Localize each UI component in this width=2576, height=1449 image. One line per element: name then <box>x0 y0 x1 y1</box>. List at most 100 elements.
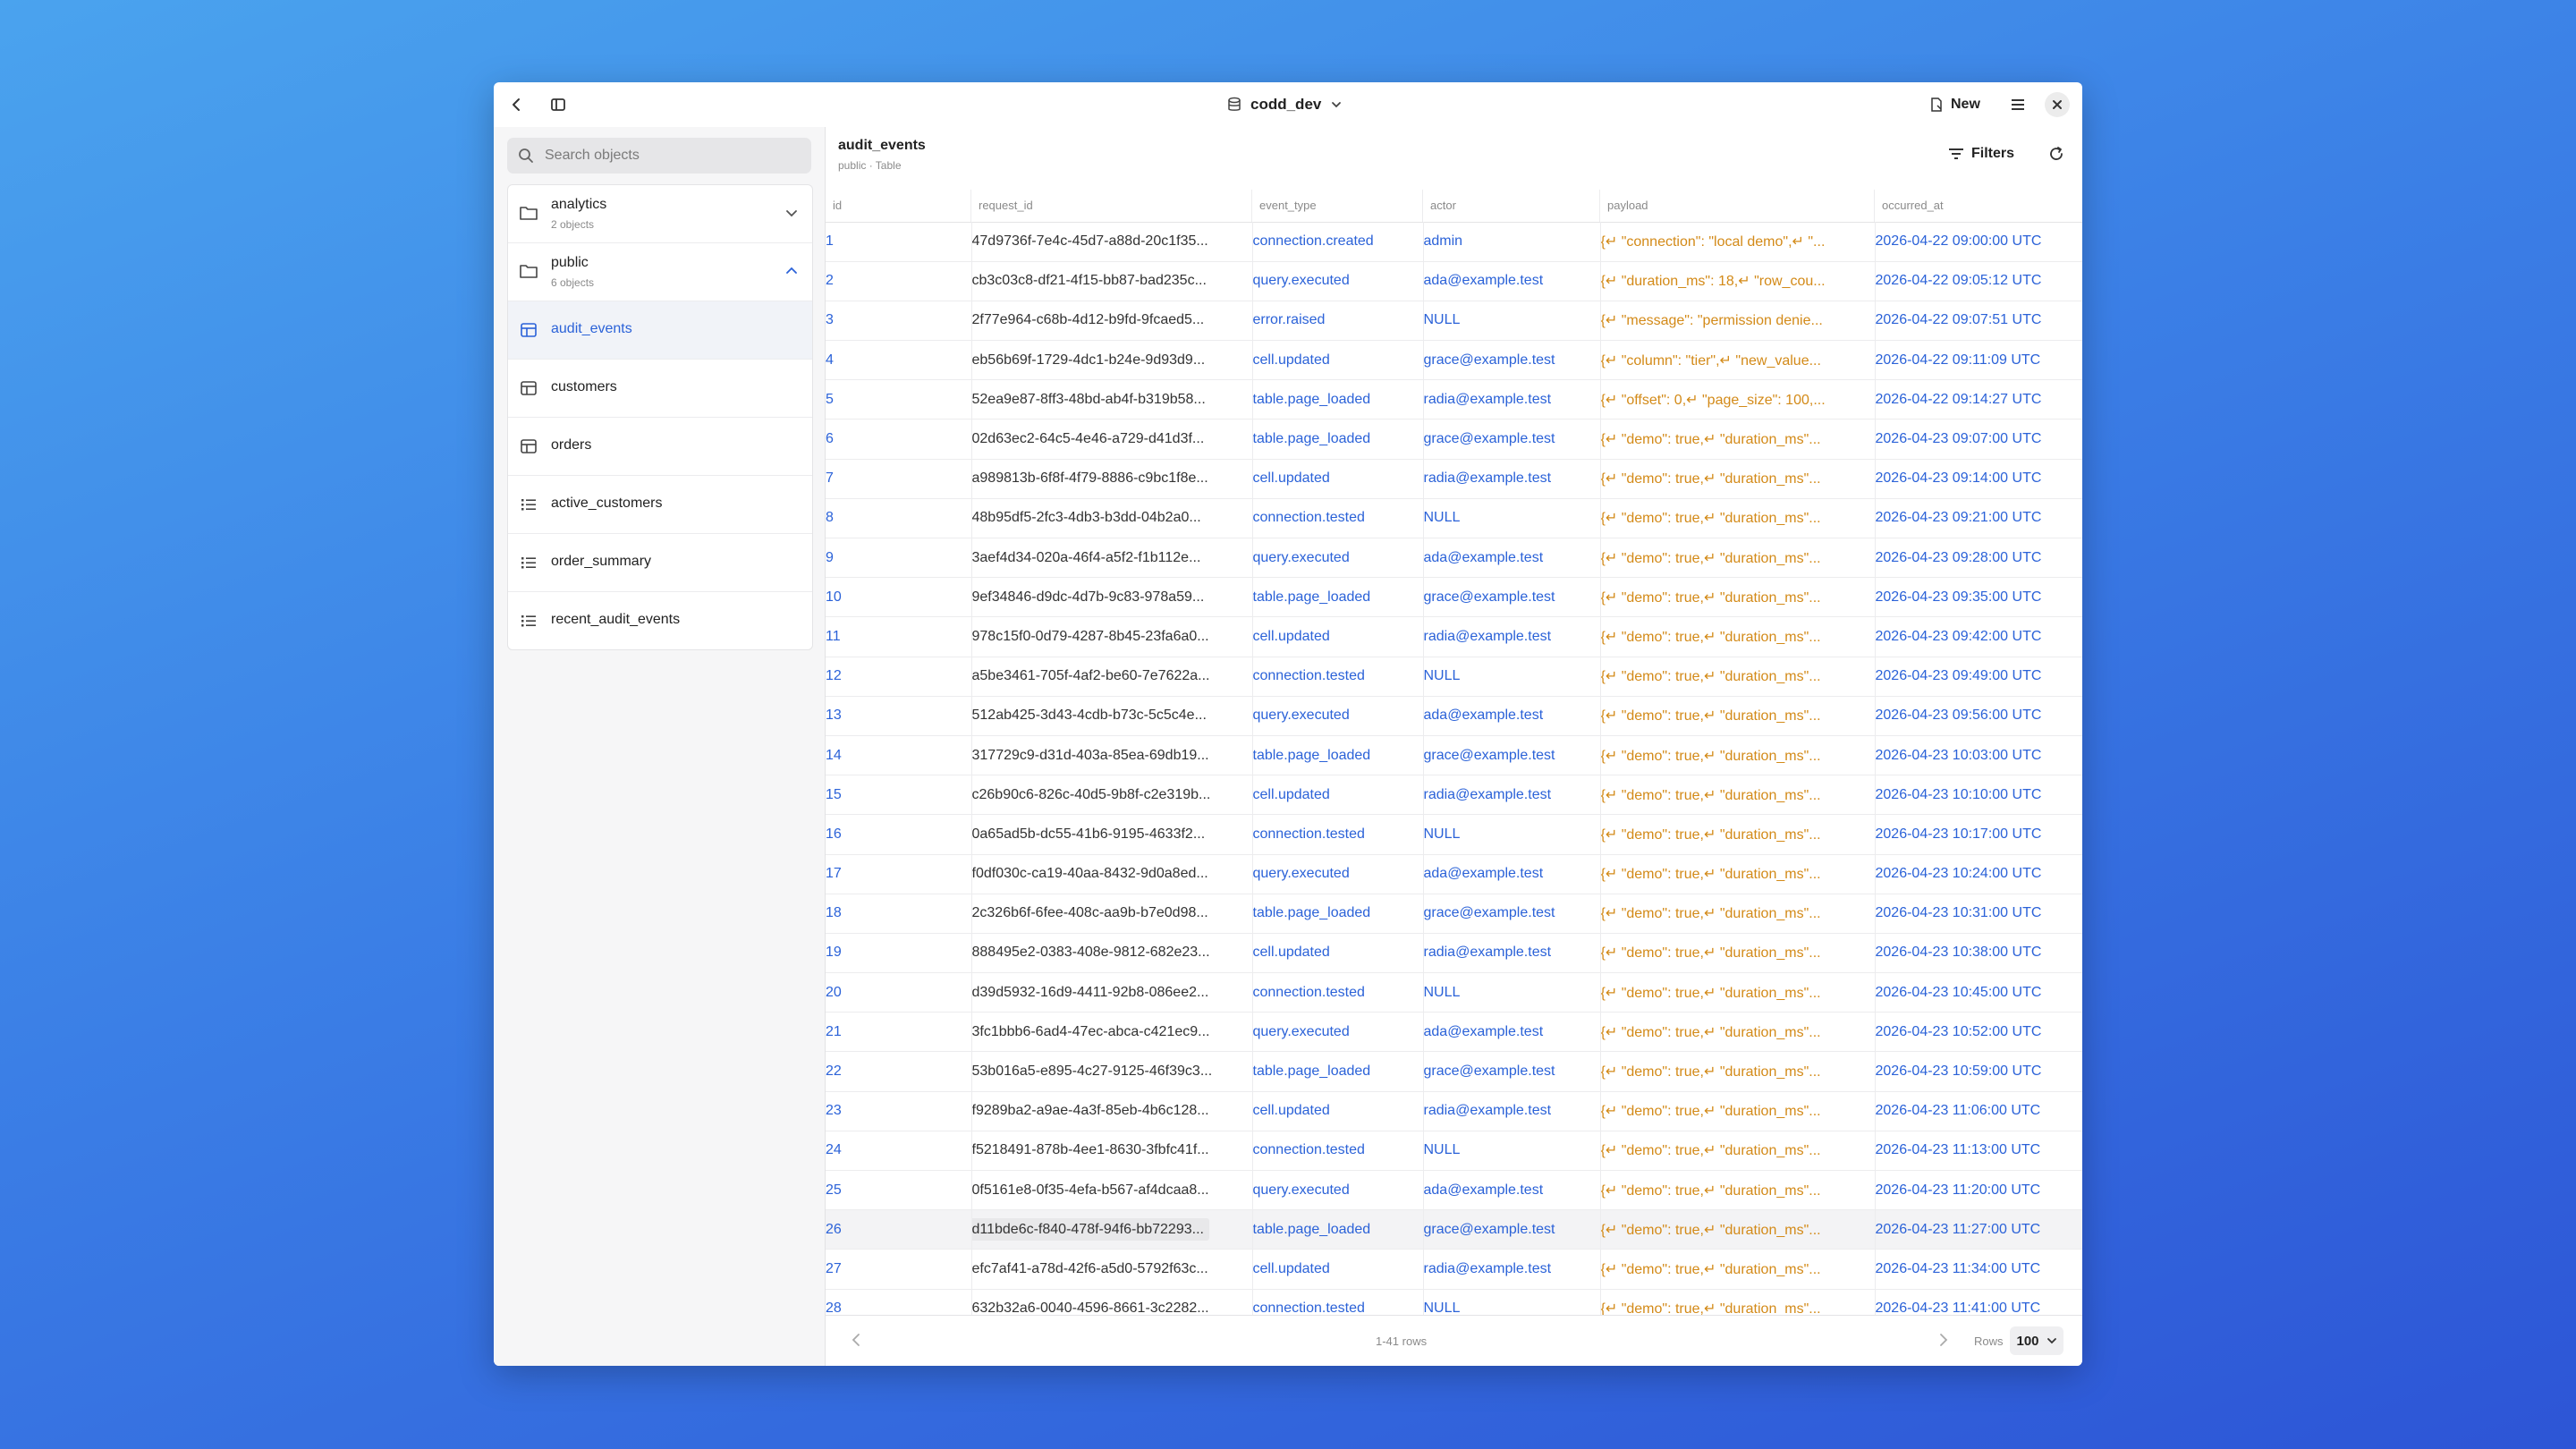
cell-occurred-at[interactable]: 2026-04-23 11:06:00 UTC <box>1875 1091 2082 1131</box>
cell-request-id[interactable]: a5be3461-705f-4af2-be60-7e7622a... <box>971 657 1253 697</box>
cell-payload[interactable]: {↵ "demo": true,↵ "duration_ms"... <box>1600 498 1876 539</box>
cell-payload[interactable]: {↵ "demo": true,↵ "duration_ms"... <box>1600 1170 1876 1211</box>
cell-request-id[interactable]: 0f5161e8-0f35-4efa-b567-af4dcaa8... <box>971 1170 1253 1211</box>
table-row[interactable]: 4 eb56b69f-1729-4dc1-b24e-9d93d9... cell.u… <box>826 340 2082 381</box>
column-header-occurred-at[interactable]: occurred_at <box>1875 190 2082 222</box>
close-button[interactable] <box>2045 92 2070 117</box>
cell-payload[interactable]: {↵ "demo": true,↵ "duration_ms"... <box>1600 616 1876 657</box>
table-row[interactable]: 9 3aef4d34-020a-46f4-a5f2-f1b112e... query… <box>826 538 2082 579</box>
cell-event-type[interactable]: query.executed <box>1252 1012 1424 1053</box>
cell-request-id[interactable]: 978c15f0-0d79-4287-8b45-23fa6a0... <box>971 616 1253 657</box>
cell-event-type[interactable]: cell.updated <box>1252 340 1424 381</box>
table-row[interactable]: 26 d11bde6c-f840-478f-94f6-bb72293... tabl… <box>826 1209 2082 1250</box>
cell-id[interactable]: 13 <box>826 696 972 736</box>
cell-event-type[interactable]: table.page_loaded <box>1252 577 1424 618</box>
table-row[interactable]: 10 9ef34846-d9dc-4d7b-9c83-978a59... table… <box>826 577 2082 618</box>
cell-actor[interactable]: ada@example.test <box>1423 538 1601 579</box>
column-header-id[interactable]: id <box>826 190 971 222</box>
cell-actor[interactable]: grace@example.test <box>1423 419 1601 460</box>
cell-event-type[interactable]: table.page_loaded <box>1252 1209 1424 1250</box>
cell-occurred-at[interactable]: 2026-04-22 09:11:09 UTC <box>1875 340 2082 381</box>
cell-event-type[interactable]: cell.updated <box>1252 459 1424 499</box>
cell-event-type[interactable]: cell.updated <box>1252 616 1424 657</box>
cell-request-id[interactable]: c26b90c6-826c-40d5-9b8f-c2e319b... <box>971 775 1253 816</box>
cell-request-id[interactable]: 52ea9e87-8ff3-48bd-ab4f-b319b58... <box>971 379 1253 420</box>
cell-occurred-at[interactable]: 2026-04-23 10:10:00 UTC <box>1875 775 2082 816</box>
cell-id[interactable]: 10 <box>826 577 972 618</box>
cell-event-type[interactable]: query.executed <box>1252 696 1424 736</box>
cell-id[interactable]: 15 <box>826 775 972 816</box>
cell-occurred-at[interactable]: 2026-04-23 11:13:00 UTC <box>1875 1131 2082 1172</box>
cell-occurred-at[interactable]: 2026-04-23 10:59:00 UTC <box>1875 1051 2082 1092</box>
cell-id[interactable]: 8 <box>826 498 972 539</box>
table-row[interactable]: 19 888495e2-0383-408e-9812-682e23... cell.… <box>826 933 2082 974</box>
cell-occurred-at[interactable]: 2026-04-23 10:17:00 UTC <box>1875 814 2082 855</box>
cell-request-id[interactable]: 888495e2-0383-408e-9812-682e23... <box>971 933 1253 974</box>
table-row[interactable]: 27 efc7af41-a78d-42f6-a5d0-5792f63c... cel… <box>826 1249 2082 1290</box>
cell-actor[interactable]: grace@example.test <box>1423 735 1601 776</box>
cell-occurred-at[interactable]: 2026-04-23 09:42:00 UTC <box>1875 616 2082 657</box>
previous-page-button[interactable] <box>849 1332 865 1352</box>
column-header-event-type[interactable]: event_type <box>1252 190 1423 222</box>
cell-id[interactable]: 19 <box>826 933 972 974</box>
cell-payload[interactable]: {↵ "column": "tier",↵ "new_value... <box>1600 340 1876 381</box>
schema-public[interactable]: public 6 objects <box>508 243 812 301</box>
table-row[interactable]: 3 2f77e964-c68b-4d12-b9fd-9fcaed5... error… <box>826 301 2082 342</box>
cell-payload[interactable]: {↵ "demo": true,↵ "duration_ms"... <box>1600 577 1876 618</box>
cell-event-type[interactable]: query.executed <box>1252 854 1424 894</box>
cell-payload[interactable]: {↵ "demo": true,↵ "duration_ms"... <box>1600 459 1876 499</box>
cell-occurred-at[interactable]: 2026-04-23 11:27:00 UTC <box>1875 1209 2082 1250</box>
cell-request-id[interactable]: efc7af41-a78d-42f6-a5d0-5792f63c... <box>971 1249 1253 1290</box>
cell-actor[interactable]: radia@example.test <box>1423 775 1601 816</box>
cell-request-id[interactable]: 0a65ad5b-dc55-41b6-9195-4633f2... <box>971 814 1253 855</box>
cell-actor[interactable]: radia@example.test <box>1423 379 1601 420</box>
cell-actor[interactable]: grace@example.test <box>1423 1051 1601 1092</box>
cell-request-id[interactable]: 53b016a5-e895-4c27-9125-46f39c3... <box>971 1051 1253 1092</box>
cell-occurred-at[interactable]: 2026-04-23 09:56:00 UTC <box>1875 696 2082 736</box>
cell-payload[interactable]: {↵ "offset": 0,↵ "page_size": 100,... <box>1600 379 1876 420</box>
table-row[interactable]: 12 a5be3461-705f-4af2-be60-7e7622a... conn… <box>826 657 2082 697</box>
cell-payload[interactable]: {↵ "demo": true,↵ "duration_ms"... <box>1600 894 1876 934</box>
column-header-request-id[interactable]: request_id <box>971 190 1252 222</box>
cell-event-type[interactable]: error.raised <box>1252 301 1424 342</box>
cell-payload[interactable]: {↵ "demo": true,↵ "duration_ms"... <box>1600 1012 1876 1053</box>
cell-id[interactable]: 26 <box>826 1209 972 1250</box>
table-row[interactable]: 13 512ab425-3d43-4cdb-b73c-5c5c4e... query… <box>826 696 2082 736</box>
cell-occurred-at[interactable]: 2026-04-22 09:00:00 UTC <box>1875 222 2082 262</box>
cell-occurred-at[interactable]: 2026-04-23 10:38:00 UTC <box>1875 933 2082 974</box>
cell-occurred-at[interactable]: 2026-04-23 11:34:00 UTC <box>1875 1249 2082 1290</box>
cell-id[interactable]: 16 <box>826 814 972 855</box>
cell-actor[interactable]: ada@example.test <box>1423 261 1601 301</box>
table-row[interactable]: 22 53b016a5-e895-4c27-9125-46f39c3... tabl… <box>826 1051 2082 1092</box>
table-row[interactable]: 14 317729c9-d31d-403a-85ea-69db19... table… <box>826 735 2082 776</box>
cell-event-type[interactable]: connection.tested <box>1252 657 1424 697</box>
cell-id[interactable]: 1 <box>826 222 972 262</box>
cell-payload[interactable]: {↵ "demo": true,↵ "duration_ms"... <box>1600 814 1876 855</box>
cell-payload[interactable]: {↵ "demo": true,↵ "duration_ms"... <box>1600 696 1876 736</box>
cell-id[interactable]: 22 <box>826 1051 972 1092</box>
cell-payload[interactable]: {↵ "demo": true,↵ "duration_ms"... <box>1600 1131 1876 1172</box>
sidebar-item-recent-audit-events[interactable]: recent_audit_events <box>508 592 812 649</box>
refresh-button[interactable] <box>2044 141 2069 166</box>
cell-payload[interactable]: {↵ "demo": true,↵ "duration_ms"... <box>1600 735 1876 776</box>
cell-actor[interactable]: radia@example.test <box>1423 933 1601 974</box>
cell-request-id[interactable]: f9289ba2-a9ae-4a3f-85eb-4b6c128... <box>971 1091 1253 1131</box>
cell-request-id[interactable]: 47d9736f-7e4c-45d7-a88d-20c1f35... <box>971 222 1253 262</box>
cell-occurred-at[interactable]: 2026-04-23 11:20:00 UTC <box>1875 1170 2082 1211</box>
sidebar-item-active-customers[interactable]: active_customers <box>508 476 812 534</box>
cell-occurred-at[interactable]: 2026-04-23 09:21:00 UTC <box>1875 498 2082 539</box>
search-box[interactable] <box>507 138 811 174</box>
cell-id[interactable]: 12 <box>826 657 972 697</box>
cell-actor[interactable]: ada@example.test <box>1423 1012 1601 1053</box>
table-row[interactable]: 15 c26b90c6-826c-40d5-9b8f-c2e319b... cell… <box>826 775 2082 816</box>
cell-payload[interactable]: {↵ "message": "permission denie... <box>1600 301 1876 342</box>
cell-request-id[interactable]: 3aef4d34-020a-46f4-a5f2-f1b112e... <box>971 538 1253 579</box>
cell-occurred-at[interactable]: 2026-04-23 09:14:00 UTC <box>1875 459 2082 499</box>
cell-request-id[interactable]: 9ef34846-d9dc-4d7b-9c83-978a59... <box>971 577 1253 618</box>
cell-actor[interactable]: ada@example.test <box>1423 696 1601 736</box>
cell-request-id[interactable]: 48b95df5-2fc3-4db3-b3dd-04b2a0... <box>971 498 1253 539</box>
cell-event-type[interactable]: cell.updated <box>1252 933 1424 974</box>
table-row[interactable]: 21 3fc1bbb6-6ad4-47ec-abca-c421ec9... quer… <box>826 1012 2082 1053</box>
back-button[interactable] <box>503 90 531 119</box>
schema-analytics[interactable]: analytics 2 objects <box>508 185 812 243</box>
